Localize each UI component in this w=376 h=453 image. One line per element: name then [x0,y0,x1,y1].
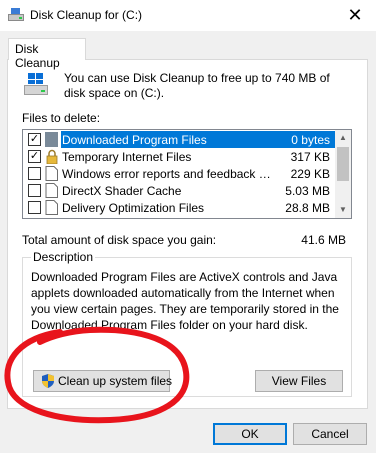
file-size: 28.8 MB [285,201,330,215]
document-icon [45,166,58,181]
description-legend: Description [31,250,96,264]
scroll-down-icon[interactable]: ▼ [335,202,351,218]
files-to-delete-label: Files to delete: [22,111,101,125]
view-files-button[interactable]: View Files [255,370,343,392]
checkbox[interactable] [28,167,41,180]
clean-up-label: Clean up system files [58,374,173,388]
document-icon [45,183,58,198]
tab-disk-cleanup[interactable]: Disk Cleanup [8,38,86,70]
total-label: Total amount of disk space you gain: [22,233,217,247]
file-name: Windows error reports and feedback di... [62,167,272,181]
ok-button[interactable]: OK [213,423,287,445]
checkbox[interactable]: ✓ [28,150,41,163]
lock-icon [46,149,58,164]
file-name: Delivery Optimization Files [62,201,205,215]
disk-cleanup-icon [8,8,24,21]
list-item[interactable]: ✓ Temporary Internet Files 317 KB [23,148,336,165]
folder-icon [45,132,58,147]
file-name: Downloaded Program Files [62,133,207,147]
title-bar: Disk Cleanup for (C:) ✕ [0,0,376,31]
scroll-thumb[interactable] [337,147,349,181]
file-size: 229 KB [290,167,330,181]
clean-up-system-files-button[interactable]: Clean up system files [33,370,173,392]
checkbox[interactable] [28,201,41,214]
files-list[interactable]: ✓ Downloaded Program Files 0 bytes ✓ Tem… [22,129,352,219]
list-item[interactable]: DirectX Shader Cache 5.03 MB [23,182,336,199]
file-name: DirectX Shader Cache [62,184,182,198]
checkbox[interactable]: ✓ [28,133,41,146]
vertical-scrollbar[interactable]: ▲ ▼ [335,130,351,218]
uac-shield-icon [42,374,54,388]
file-name: Temporary Internet Files [62,150,192,164]
list-item[interactable]: ✓ Downloaded Program Files 0 bytes [23,131,336,148]
document-icon [45,200,58,215]
window-title: Disk Cleanup for (C:) [30,8,143,22]
scroll-up-icon[interactable]: ▲ [335,130,351,146]
close-icon[interactable]: ✕ [344,4,366,26]
total-value: 41.6 MB [301,233,346,247]
header-description: You can use Disk Cleanup to free up to 7… [64,71,330,100]
drive-icon [24,73,48,95]
file-size: 317 KB [290,150,330,164]
file-size: 0 bytes [291,133,330,147]
list-item[interactable]: Delivery Optimization Files 28.8 MB [23,199,336,216]
cancel-button[interactable]: Cancel [293,423,367,445]
checkbox[interactable] [28,184,41,197]
description-text: Downloaded Program Files are ActiveX con… [31,270,339,332]
list-item[interactable]: Windows error reports and feedback di...… [23,165,336,182]
tab-panel: You can use Disk Cleanup to free up to 7… [7,59,368,409]
file-size: 5.03 MB [285,184,330,198]
